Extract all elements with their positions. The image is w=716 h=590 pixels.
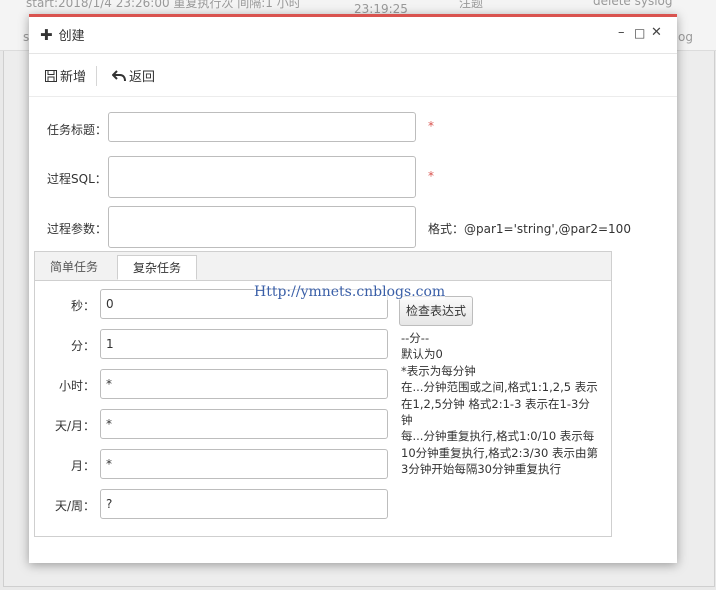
cron-day-of-month-input[interactable] [100,409,388,439]
tab-complex-task[interactable]: 复杂任务 [117,255,197,280]
cron-hour-label: 小时： [58,379,95,393]
dialog-title: 创建 [58,29,85,44]
proc-sql-input[interactable] [108,156,416,198]
required-mark: * [428,169,434,183]
cron-month-label: 月： [70,459,95,473]
add-button-label: 新增 [60,70,87,85]
cron-hour-input[interactable] [100,369,388,399]
watermark-text: Http://ymnets.cnblogs.com [254,284,446,300]
help-line: 每...分钟重复执行,格式1:0/10 表示每10分钟重复执行,格式2:3/30… [401,429,598,477]
background-cell: og [678,30,693,44]
background-cell: 注题 [459,0,484,10]
close-icon[interactable]: ✕ [651,25,662,41]
proc-params-label: 过程参数： [47,222,108,236]
check-expression-button[interactable]: 检查表达式 [399,296,473,326]
cron-day-of-month-label: 天/月： [54,419,95,433]
params-format-hint: 格式：@par1='string',@par2=100 [428,222,631,236]
cron-help-text: --分-- 默认为0 *表示为每分钟 在...分钟范围或之间,格式1:1,2,5… [401,330,601,478]
undo-icon [112,69,126,81]
toolbar-divider [96,66,97,86]
help-line: 在...分钟范围或之间,格式1:1,2,5 表示在1,2,5分钟 格式2:1-3… [401,380,598,428]
background-cell: start:2018/1/4 23:26:00 重复执行次 间隔:1 小时 [26,0,301,10]
dialog-header: ✚ 创建 – □ ✕ [29,17,677,54]
help-line: --分-- [401,331,430,345]
dialog-title-wrap: ✚ 创建 [40,25,85,44]
task-title-input[interactable] [108,112,416,142]
task-title-label: 任务标题： [47,123,108,137]
cron-minute-input[interactable] [100,329,388,359]
cron-month-input[interactable] [100,449,388,479]
required-mark: * [428,119,434,133]
proc-params-input[interactable] [108,206,416,248]
maximize-icon[interactable]: □ [634,25,645,41]
help-line: *表示为每分钟 [401,363,476,378]
cron-second-label: 秒： [70,299,95,313]
proc-sql-label: 过程SQL： [47,172,107,186]
background-cell: delete syslog [593,0,673,8]
add-button[interactable]: 新增 [45,66,86,85]
tab-simple-task[interactable]: 简单任务 [37,255,111,280]
help-line: 默认为0 [401,347,443,362]
save-icon [45,69,57,82]
back-button[interactable]: 返回 [112,66,155,85]
plus-icon: ✚ [40,25,53,44]
tab-strip: 简单任务 复杂任务 [35,252,611,281]
toolbar: 新增 返回 [29,54,677,97]
cron-minute-label: 分： [70,339,95,353]
cron-day-of-week-input[interactable] [100,489,388,519]
back-button-label: 返回 [129,70,156,85]
cron-day-of-week-label: 天/周： [54,499,95,513]
minimize-icon[interactable]: – [618,25,625,41]
